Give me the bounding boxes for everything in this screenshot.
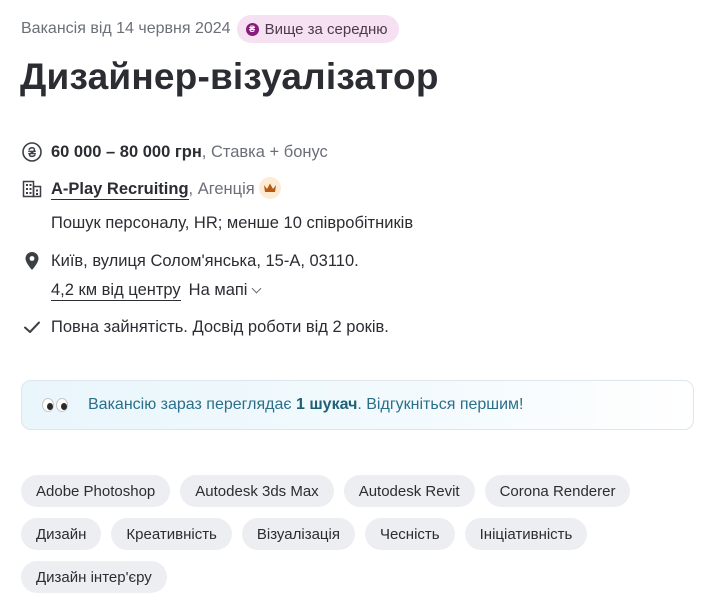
skill-tag[interactable]: Ініціативність — [464, 518, 588, 550]
posted-date: Вакансія від 14 червня 2024 — [21, 20, 231, 37]
salary-badge-label: Вище за середню — [264, 20, 388, 38]
page-title: Дизайнер-візуалізатор — [20, 56, 439, 97]
salary-amount: 60 000 – 80 000 грн — [51, 143, 202, 161]
salary-row: 60 000 – 80 000 грн, Ставка + бонус — [22, 137, 328, 167]
notice-count: 1 шукач — [295, 396, 358, 413]
skill-tag[interactable]: Креативність — [111, 518, 232, 550]
location-extra-row: 4,2 км від центру На мапі — [51, 275, 262, 305]
company-row: A-Play Recruiting, Агенція — [22, 174, 281, 204]
salary-note: , Ставка + бонус — [201, 143, 328, 161]
viewers-notice: Вакансію зараз переглядає 1 шукач. Відгу… — [21, 380, 694, 430]
notice-suffix: . Відгукніться першим! — [357, 396, 524, 413]
skill-tag[interactable]: Adobe Photoshop — [21, 475, 171, 507]
location-address: Київ, вулиця Солом'янська, 15-А, 03110. — [51, 252, 359, 270]
eyes-icon — [42, 398, 68, 412]
company-description-row: Пошук персоналу, HR; менше 10 співробітн… — [51, 208, 413, 238]
salary-badge: ₴ Вище за середню — [236, 15, 399, 43]
map-toggle[interactable]: На мапі — [188, 281, 262, 299]
hryvnia-icon — [22, 142, 42, 162]
hryvnia-icon: ₴ — [245, 22, 259, 36]
company-description: Пошук персоналу, HR; менше 10 співробітн… — [51, 214, 414, 232]
notice-prefix: Вакансію зараз переглядає — [88, 396, 296, 413]
location-row: Київ, вулиця Солом'янська, 15-А, 03110. — [22, 246, 359, 276]
skill-tag[interactable]: Corona Renderer — [484, 475, 631, 507]
check-icon — [22, 317, 42, 337]
employment-row: Повна зайнятість. Досвід роботи від 2 ро… — [22, 312, 389, 342]
skill-tag[interactable]: Дизайн — [21, 518, 102, 550]
chevron-down-icon — [252, 283, 262, 294]
map-toggle-label: На мапі — [188, 281, 248, 299]
skill-tag[interactable]: Дизайн інтер'єру — [21, 561, 167, 593]
skill-tag[interactable]: Autodesk 3ds Max — [180, 475, 334, 507]
company-link[interactable]: A-Play Recruiting — [51, 180, 189, 200]
company-type: , Агенція — [188, 180, 255, 198]
skill-tag[interactable]: Autodesk Revit — [343, 475, 475, 507]
map-pin-icon — [22, 251, 42, 271]
building-icon — [22, 179, 42, 199]
skill-tag[interactable]: Чесність — [364, 518, 455, 550]
vacancy-meta: Вакансія від 14 червня 2024 ₴ Вище за се… — [21, 14, 399, 44]
employment-text: Повна зайнятість. Досвід роботи від 2 ро… — [51, 318, 389, 336]
skill-tag[interactable]: Візуалізація — [241, 518, 355, 550]
crown-icon — [258, 176, 281, 199]
distance-link[interactable]: 4,2 км від центру — [51, 281, 181, 301]
skill-tags: Adobe Photoshop Autodesk 3ds Max Autodes… — [21, 475, 701, 593]
